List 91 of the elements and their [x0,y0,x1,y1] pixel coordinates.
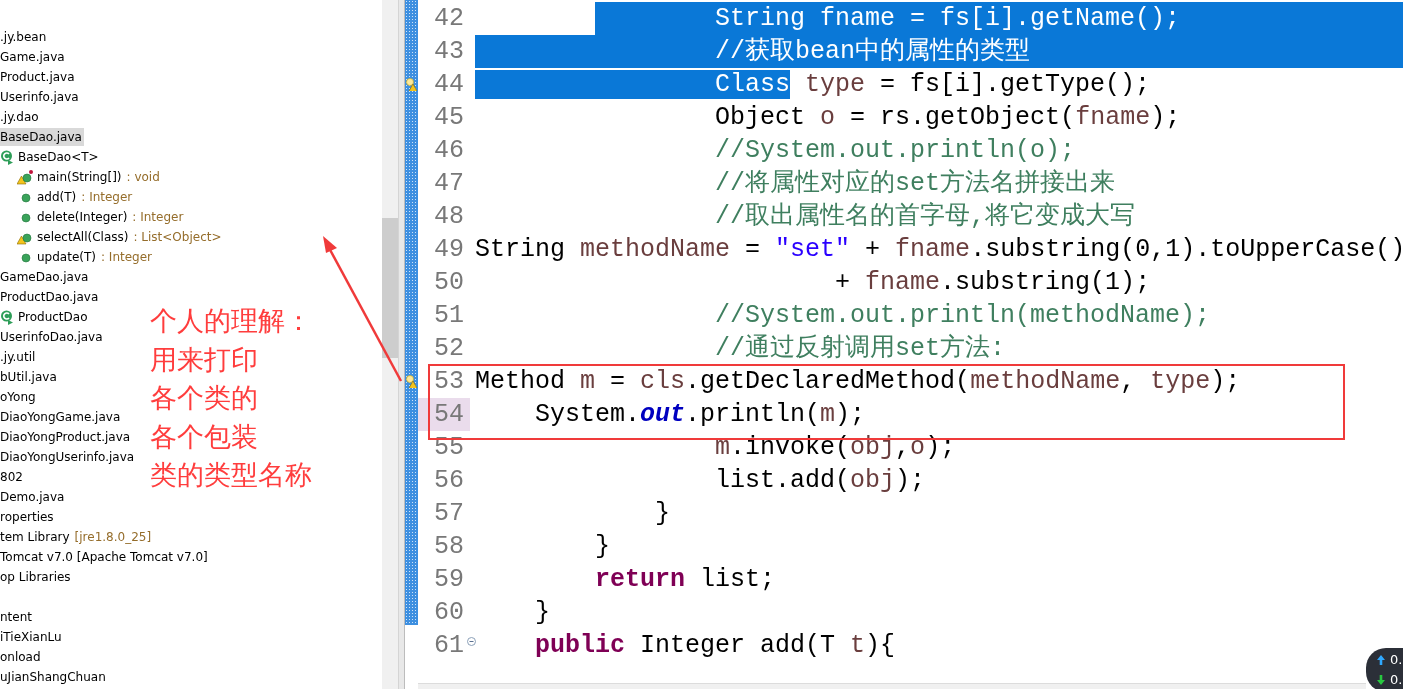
annotation-text: 类的类型名称 [150,458,312,492]
tree-item[interactable]: bUtil.java [0,368,59,386]
tree-item[interactable]: .jy.util [0,348,38,366]
code-line: String methodName = "set" + fname.substring(0,1).toUpperCase() [475,234,1403,266]
tree-item[interactable]: selectAll(Class) [37,228,131,246]
tree-item[interactable]: Tomcat v7.0 [Apache Tomcat v7.0] [0,548,210,566]
upload-arrow-icon [1376,654,1386,666]
line-number: 52 [433,333,465,365]
tree-item[interactable]: GameDao.java [0,268,91,286]
tree-item[interactable]: ProductDao.java [0,288,101,306]
tree-item[interactable]: .jy.bean [0,28,49,46]
code-line: //System.out.println(methodName); [714,300,1211,332]
tree-item[interactable]: oYong [0,388,38,406]
annotation-text: 各个类的 [150,381,259,415]
line-number: 46 [433,135,465,167]
tree-item[interactable]: onload [0,648,43,666]
tree-item[interactable]: Game.java [0,48,67,66]
scrollbar-thumb[interactable] [382,218,398,358]
splitter[interactable] [398,0,405,689]
code-line: m.invoke(obj,o); [714,432,956,464]
tree-item[interactable]: Userinfo.java [0,88,81,106]
tree-item[interactable]: iTieXianLu [0,628,64,646]
code-line: //取出属性名的首字母,将它变成大写 [714,201,1136,233]
code-line: public Integer add(T t){ [534,630,896,662]
speed-text: 0. [1390,651,1403,670]
tree-item[interactable]: DiaoYongUserinfo.java [0,448,137,466]
annotation-text: 各个包装 [150,419,259,454]
line-number: 57 [433,498,465,530]
line-number: 48 [433,201,465,233]
line-number: 58 [433,531,465,563]
code-line: System.out.println(m); [534,399,866,431]
horizontal-scrollbar[interactable] [418,683,1366,689]
code-line: + fname.substring(1); [834,267,1151,299]
tree-item[interactable]: Demo.java [0,488,67,506]
collapse-icon[interactable] [467,637,476,646]
tree-item[interactable]: DiaoYongProduct.java [0,428,133,446]
class-icon [0,309,14,325]
annotation-text: 用来打印 [150,342,259,377]
type-label: : List<Object> [133,229,222,246]
tree-item[interactable]: add(T) [37,188,79,206]
tree-item[interactable]: Product.java [0,68,77,86]
download-arrow-icon [1376,674,1386,686]
line-number: 44 [433,69,465,101]
code-line: //通过反射调用set方法: [714,333,1006,365]
annotation-text: 个人的理解： [150,304,312,338]
tree-item[interactable]: update(T) [37,248,98,266]
code-line: Method m = cls.getDeclaredMethod(methodName, type); [475,366,1241,398]
tree-item[interactable]: DiaoYongGame.java [0,408,123,426]
tree-item[interactable]: ntent [0,608,34,626]
tree-item[interactable]: uJianShangChuan [0,668,108,686]
code-line: return list; [594,564,776,596]
tree-item[interactable]: UserinfoDao.java [0,328,105,346]
line-number: 43 [433,36,465,68]
tree-item[interactable]: tem Library [0,528,72,546]
tree-item[interactable]: BaseDao<T> [18,148,101,166]
line-number: 45 [433,102,465,134]
code-line: } [654,498,671,530]
tree-item[interactable]: ProductDao [18,308,90,326]
code-line: } [594,531,611,563]
line-number: 50 [433,267,465,299]
code-line: list.add(obj); [714,465,926,497]
tree-item[interactable]: op Libraries [0,568,73,586]
type-label: : void [126,169,160,186]
line-number: 51 [433,300,465,332]
line-number: 61 [418,629,470,662]
line-number: 54 [418,398,470,431]
line-number: 56 [433,465,465,497]
line-number: 47 [433,168,465,200]
speed-text: 0. [1390,671,1403,689]
line-number: 60 [433,597,465,629]
line-number: 49 [433,234,465,266]
scrollbar[interactable] [382,0,398,689]
line-number: 53 [433,366,465,398]
tree-item[interactable]: 802 [0,468,25,486]
tree-item[interactable]: BaseDao.java [0,128,84,146]
code-line: Class type = fs[i].getType(); [475,68,1151,101]
class-icon [0,149,14,165]
code-line: //将属性对应的set方法名拼接出来 [714,168,1116,200]
line-number: 42 [433,3,465,35]
tree-item[interactable]: roperties [0,508,56,526]
tree-item[interactable]: delete(Integer) [37,208,130,226]
tree-item[interactable]: main(String[]) [37,168,124,186]
type-label: : Integer [132,209,184,226]
code-line: Object o = rs.getObject(fname); [714,102,1181,134]
tree-item[interactable]: .jy.dao [0,108,41,126]
code-line: //System.out.println(o); [714,135,1076,167]
type-label: : Integer [81,189,133,206]
code-line: } [534,597,550,629]
type-label: : Integer [101,249,152,266]
line-number: 59 [433,564,465,596]
type-label: [jre1.8.0_25] [74,529,152,546]
